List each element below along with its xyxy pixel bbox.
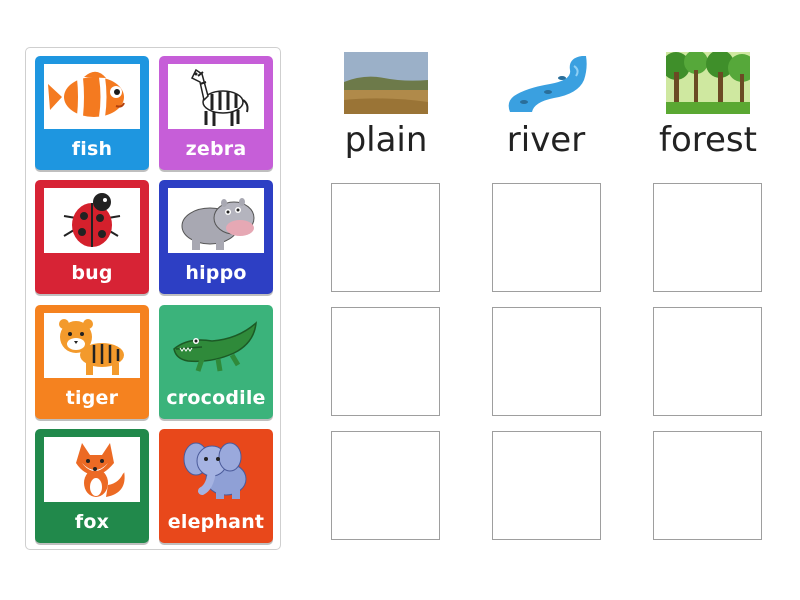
card-label: elephant [167,511,265,533]
card-crocodile[interactable]: crocodile [159,305,273,419]
fox-icon [44,437,140,502]
card-elephant[interactable]: elephant [159,429,273,543]
drop-slot-forest-1[interactable] [653,183,762,292]
drop-slot-river-3[interactable] [492,431,601,540]
drop-slot-plain-2[interactable] [331,307,440,416]
category-label: plain [344,120,428,160]
drop-slot-river-2[interactable] [492,307,601,416]
drop-slot-plain-3[interactable] [331,431,440,540]
hippo-icon [168,188,264,253]
tiger-icon [44,313,140,378]
ladybug-icon [44,188,140,253]
category-forest: forest [648,52,768,160]
zebra-icon [168,64,264,129]
forest-icon [666,52,750,114]
category-label: river [506,120,586,160]
drop-slot-forest-3[interactable] [653,431,762,540]
card-label: bug [71,262,113,284]
card-tiger[interactable]: tiger [35,305,149,419]
card-label: hippo [185,262,247,284]
card-label: fish [71,138,113,160]
card-fish[interactable]: fish [35,56,149,170]
crocodile-icon [168,313,264,378]
card-label: zebra [185,138,247,160]
drop-slot-forest-2[interactable] [653,307,762,416]
card-label: fox [74,511,110,533]
card-fox[interactable]: fox [35,429,149,543]
category-label: forest [659,120,757,160]
drop-slot-river-1[interactable] [492,183,601,292]
drop-slot-plain-1[interactable] [331,183,440,292]
fish-icon [44,64,140,129]
card-label: tiger [65,387,119,409]
river-icon [504,52,588,114]
category-river: river [486,52,606,160]
card-label: crocodile [166,387,266,409]
plain-landscape-icon [344,52,428,114]
card-zebra[interactable]: zebra [159,56,273,170]
elephant-icon [168,437,264,502]
card-hippo[interactable]: hippo [159,180,273,294]
category-plain: plain [326,52,446,160]
card-bug[interactable]: bug [35,180,149,294]
